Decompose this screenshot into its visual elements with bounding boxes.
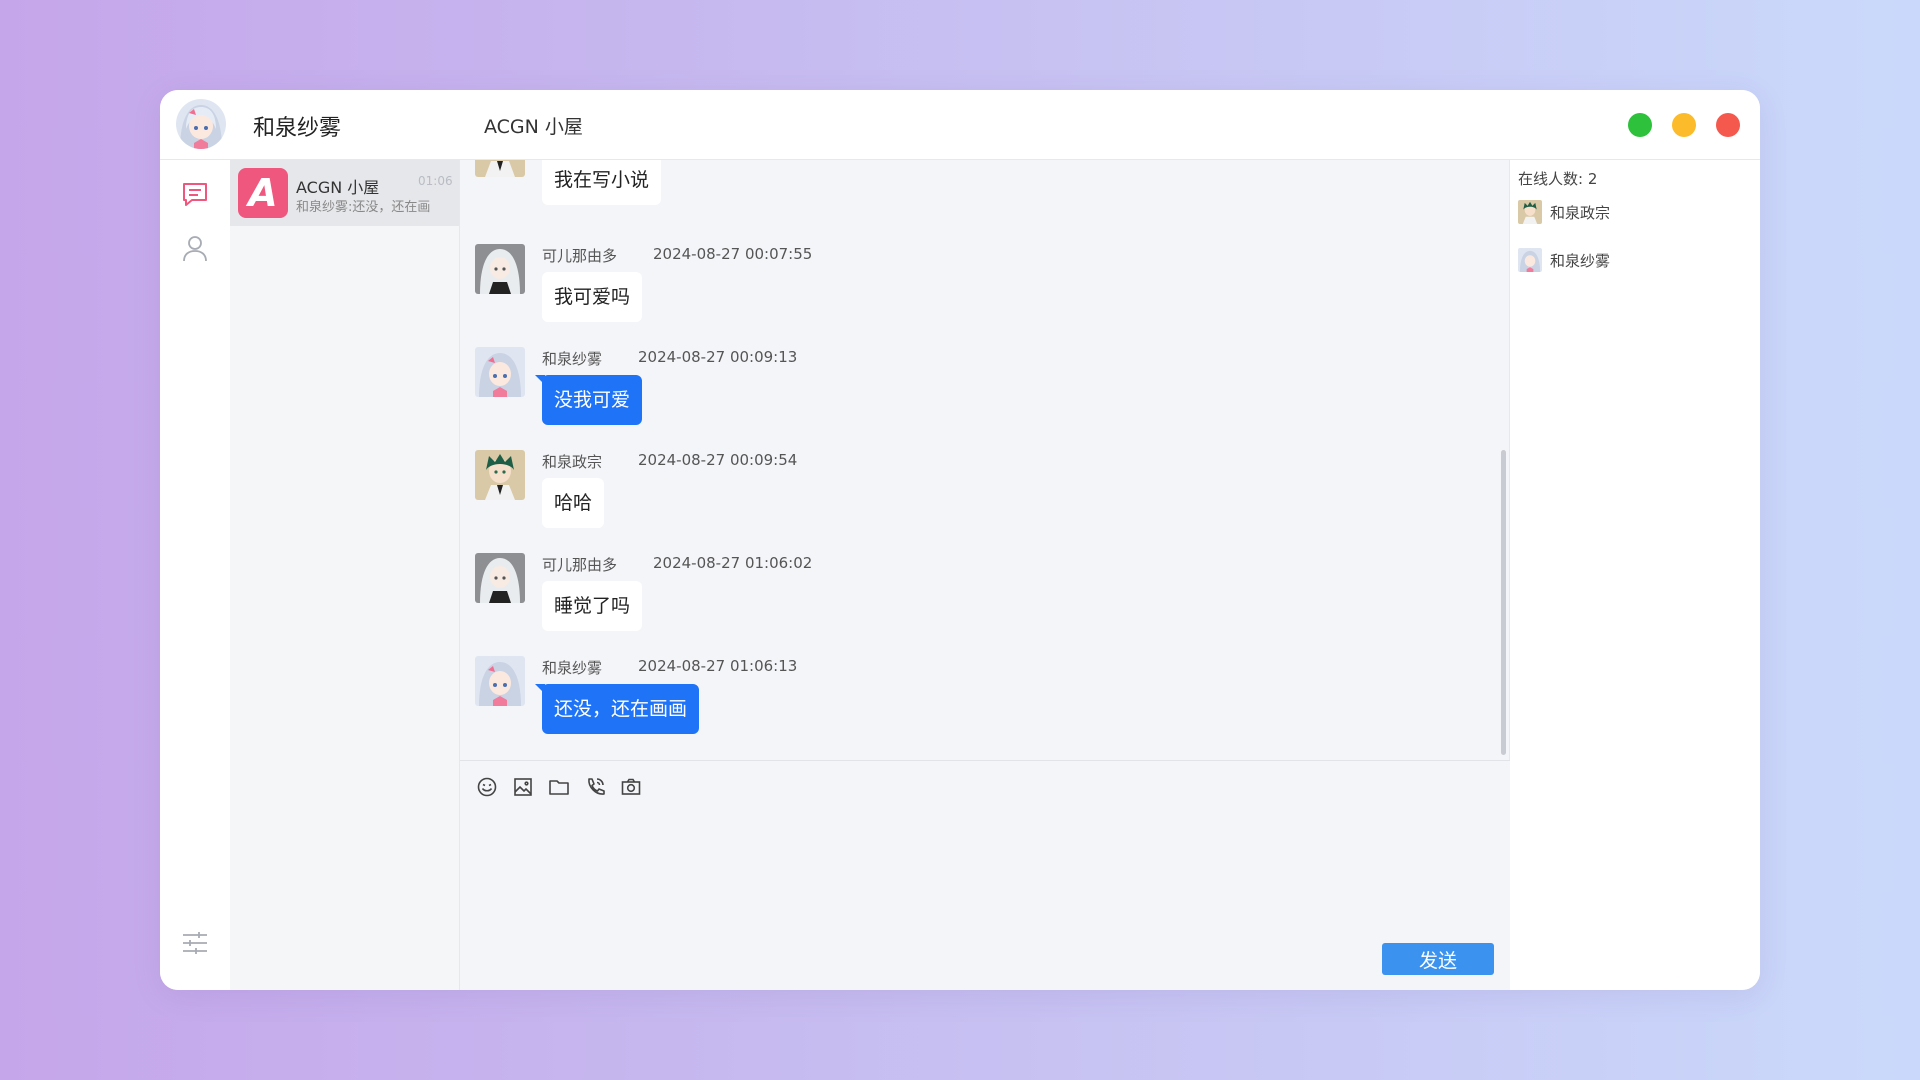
- online-count: 在线人数: 2: [1518, 170, 1598, 188]
- message-sender: 可儿那由多: [542, 247, 618, 265]
- online-user-name: 和泉政宗: [1550, 204, 1611, 222]
- folder-icon[interactable]: [547, 775, 571, 799]
- minimize-button[interactable]: [1672, 113, 1696, 137]
- message-item: 可儿那由多 2024-08-27 01:06:02 睡觉了吗: [475, 553, 1475, 653]
- message-time: 2024-08-27 00:09:13: [638, 348, 798, 366]
- conversation-item[interactable]: A ACGN 小屋 01:06 和泉纱雾:还没，还在画: [230, 160, 459, 226]
- sender-avatar[interactable]: [475, 160, 525, 177]
- sender-avatar[interactable]: [475, 553, 525, 603]
- conversation-time: 01:06: [418, 174, 453, 188]
- message-time: 2024-08-27 00:09:54: [638, 451, 798, 469]
- online-user-avatar: [1518, 248, 1542, 272]
- message-bubble: 还没，还在画画: [534, 684, 700, 734]
- message-time: 2024-08-27 00:07:55: [653, 245, 813, 263]
- close-button[interactable]: [1716, 113, 1740, 137]
- message-time: 2024-08-27 01:06:02: [653, 554, 813, 572]
- message-composer[interactable]: 发送: [460, 760, 1510, 990]
- chat-app-window: 和泉纱雾 ACGN 小屋 A ACGN 小屋 01:06 和泉纱雾:还没，还在画…: [160, 90, 1760, 990]
- online-user-item[interactable]: 和泉纱雾: [1518, 248, 1748, 272]
- message-bubble: 我可爱吗: [542, 272, 643, 322]
- title-bar: 和泉纱雾 ACGN 小屋: [160, 90, 1760, 160]
- conversation-name: ACGN 小屋: [296, 178, 380, 197]
- message-item: 和泉纱雾 2024-08-27 00:09:13 没我可爱: [475, 347, 1475, 447]
- message-list[interactable]: 我在写小说 可儿那由多 2024-08-27 00:07:55 我可爱吗 和泉纱…: [460, 160, 1510, 760]
- message-sender: 和泉纱雾: [542, 659, 603, 677]
- online-user-name: 和泉纱雾: [1550, 252, 1611, 270]
- emoji-icon[interactable]: [475, 775, 499, 799]
- message-sender: 和泉纱雾: [542, 350, 603, 368]
- maximize-button[interactable]: [1628, 113, 1652, 137]
- message-item: 我在写小说: [475, 160, 1475, 227]
- message-bubble: 没我可爱: [534, 375, 643, 425]
- room-logo: A: [238, 168, 288, 218]
- current-user-name: 和泉纱雾: [253, 116, 342, 141]
- chat-room-title: ACGN 小屋: [484, 116, 583, 138]
- message-bubble: 我在写小说: [542, 160, 662, 205]
- message-item: 可儿那由多 2024-08-27 00:07:55 我可爱吗: [475, 244, 1475, 344]
- online-user-avatar: [1518, 200, 1542, 224]
- message-sender: 可儿那由多: [542, 556, 618, 574]
- user-avatar[interactable]: [176, 99, 226, 149]
- phone-icon[interactable]: [583, 775, 607, 799]
- message-item: 和泉纱雾 2024-08-27 01:06:13 还没，还在画画: [475, 656, 1475, 756]
- online-user-item[interactable]: 和泉政宗: [1518, 200, 1748, 224]
- user-icon[interactable]: [180, 233, 210, 263]
- message-sender: 和泉政宗: [542, 453, 603, 471]
- chat-panel: 我在写小说 可儿那由多 2024-08-27 00:07:55 我可爱吗 和泉纱…: [460, 160, 1510, 990]
- sender-avatar[interactable]: [475, 656, 525, 706]
- send-button[interactable]: 发送: [1382, 943, 1494, 975]
- sender-avatar[interactable]: [475, 244, 525, 294]
- navigation-rail: [160, 160, 230, 990]
- camera-icon[interactable]: [619, 775, 643, 799]
- online-users-panel: 在线人数: 2 和泉政宗 和泉纱雾: [1510, 160, 1760, 990]
- sender-avatar[interactable]: [475, 450, 525, 500]
- message-item: 和泉政宗 2024-08-27 00:09:54 哈哈: [475, 450, 1475, 550]
- conversation-preview: 和泉纱雾:还没，还在画: [296, 200, 431, 215]
- chat-bubble-icon[interactable]: [180, 179, 210, 209]
- message-bubble: 睡觉了吗: [542, 581, 643, 631]
- message-time: 2024-08-27 01:06:13: [638, 657, 798, 675]
- sender-avatar[interactable]: [475, 347, 525, 397]
- message-scrollbar[interactable]: [1501, 450, 1506, 755]
- image-icon[interactable]: [511, 775, 535, 799]
- settings-sliders-icon[interactable]: [180, 928, 210, 958]
- conversation-list: A ACGN 小屋 01:06 和泉纱雾:还没，还在画: [230, 160, 460, 990]
- message-bubble: 哈哈: [542, 478, 605, 528]
